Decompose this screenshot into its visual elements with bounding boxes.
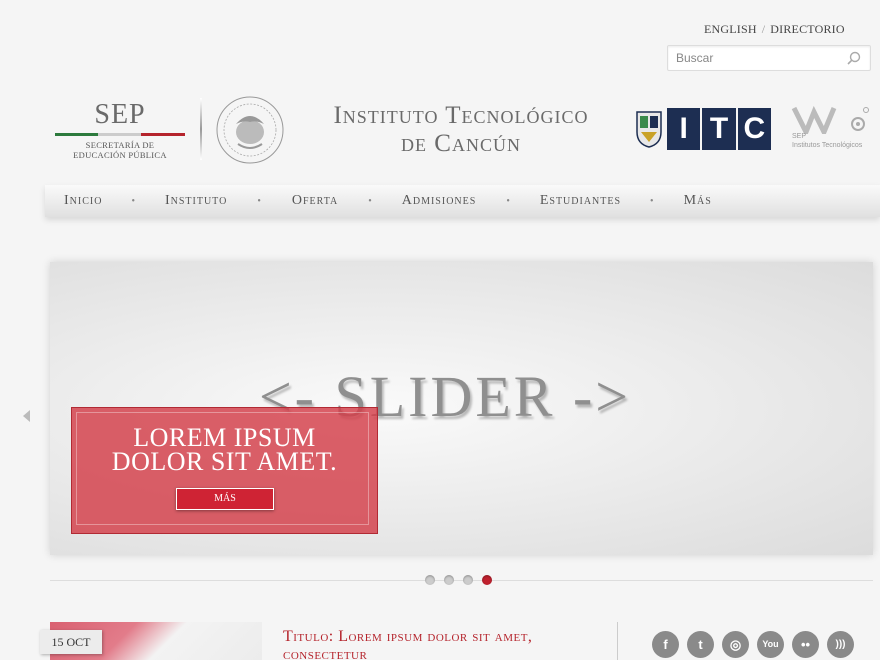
search-box <box>667 45 871 71</box>
itc-logo[interactable]: I T C <box>667 108 771 150</box>
directorio-link[interactable]: DIRECTORIO <box>770 22 844 36</box>
nav-separator: • <box>368 195 372 207</box>
sep-institutos-logo[interactable]: SEP Institutos Tecnológicos <box>790 104 872 152</box>
institute-title-line1: Instituto Tecnológico <box>333 102 589 129</box>
nav-item-admisiones[interactable]: Admisiones <box>402 193 477 209</box>
sep-institutos-emblem-icon <box>791 105 869 139</box>
main-nav: Inicio • Instituto • Oferta • Admisiones… <box>45 185 880 217</box>
slider-caption-text: LOREM IPSUM DOLOR SIT AMET. <box>72 425 377 476</box>
nav-separator: • <box>650 195 654 207</box>
nav-item-instituto[interactable]: Instituto <box>165 193 227 209</box>
nav-separator: • <box>506 195 510 207</box>
top-links-separator: / <box>761 22 766 36</box>
logo-divider <box>200 98 202 160</box>
itc-letter-c: C <box>737 108 771 150</box>
itc-shield-icon <box>636 111 662 148</box>
institute-title-line2: de Cancún <box>401 130 521 157</box>
news-date-badge: 15 OCT <box>40 630 102 654</box>
sep-logo-text: SEP <box>94 99 146 130</box>
slider-caption: LOREM IPSUM DOLOR SIT AMET. MÁS <box>71 407 378 534</box>
news-title-link[interactable]: Titulo: Lorem ipsum dolor sit amet, cons… <box>283 628 583 660</box>
search-input[interactable] <box>668 46 838 70</box>
twitter-icon[interactable]: t <box>687 631 714 658</box>
nav-item-oferta[interactable]: Oferta <box>292 193 338 209</box>
slider-dot-3[interactable] <box>463 575 473 585</box>
flickr-icon[interactable]: •• <box>792 631 819 658</box>
top-links: ENGLISH / DIRECTORIO <box>704 22 845 37</box>
national-seal-icon <box>216 96 284 164</box>
sep-logo-subtitle-2: EDUCACIÓN PÚBLICA <box>73 150 167 160</box>
sep-logo[interactable]: SEP SECRETARÍA DE EDUCACIÓN PÚBLICA <box>55 100 185 160</box>
slider-dot-4-active[interactable] <box>482 575 492 585</box>
sep-flag-bar <box>55 133 185 136</box>
social-icons: f t ◎ You •• ))) <box>652 631 854 658</box>
slider-pager <box>425 575 492 585</box>
sep-institutos-label-line1: SEP <box>792 133 807 140</box>
youtube-icon[interactable]: You <box>757 631 784 658</box>
institute-title: Instituto Tecnológico de Cancún <box>296 102 626 158</box>
itc-letter-i: I <box>667 108 701 150</box>
slider-dot-2[interactable] <box>444 575 454 585</box>
slider-caption-line2: DOLOR SIT AMET. <box>111 447 338 476</box>
slider-prev-arrow-icon[interactable] <box>23 410 30 422</box>
nav-item-inicio[interactable]: Inicio <box>64 193 102 209</box>
english-link[interactable]: ENGLISH <box>704 22 757 36</box>
nav-item-estudiantes[interactable]: Estudiantes <box>540 193 621 209</box>
slider-dot-1[interactable] <box>425 575 435 585</box>
sep-institutos-label-line2: Institutos Tecnológicos <box>792 142 863 149</box>
nav-item-mas[interactable]: Más <box>684 193 712 209</box>
sep-logo-subtitle-1: SECRETARÍA DE <box>85 140 155 150</box>
sep-institutos-label: SEP Institutos Tecnológicos <box>792 132 862 150</box>
nav-separator: • <box>257 195 261 207</box>
search-icon[interactable] <box>846 50 862 66</box>
column-divider <box>617 622 618 660</box>
nav-separator: • <box>131 195 135 207</box>
facebook-icon[interactable]: f <box>652 631 679 658</box>
itc-letter-t: T <box>702 108 736 150</box>
slider-more-button[interactable]: MÁS <box>176 488 274 510</box>
instagram-icon[interactable]: ◎ <box>722 631 749 658</box>
rss-icon[interactable]: ))) <box>827 631 854 658</box>
